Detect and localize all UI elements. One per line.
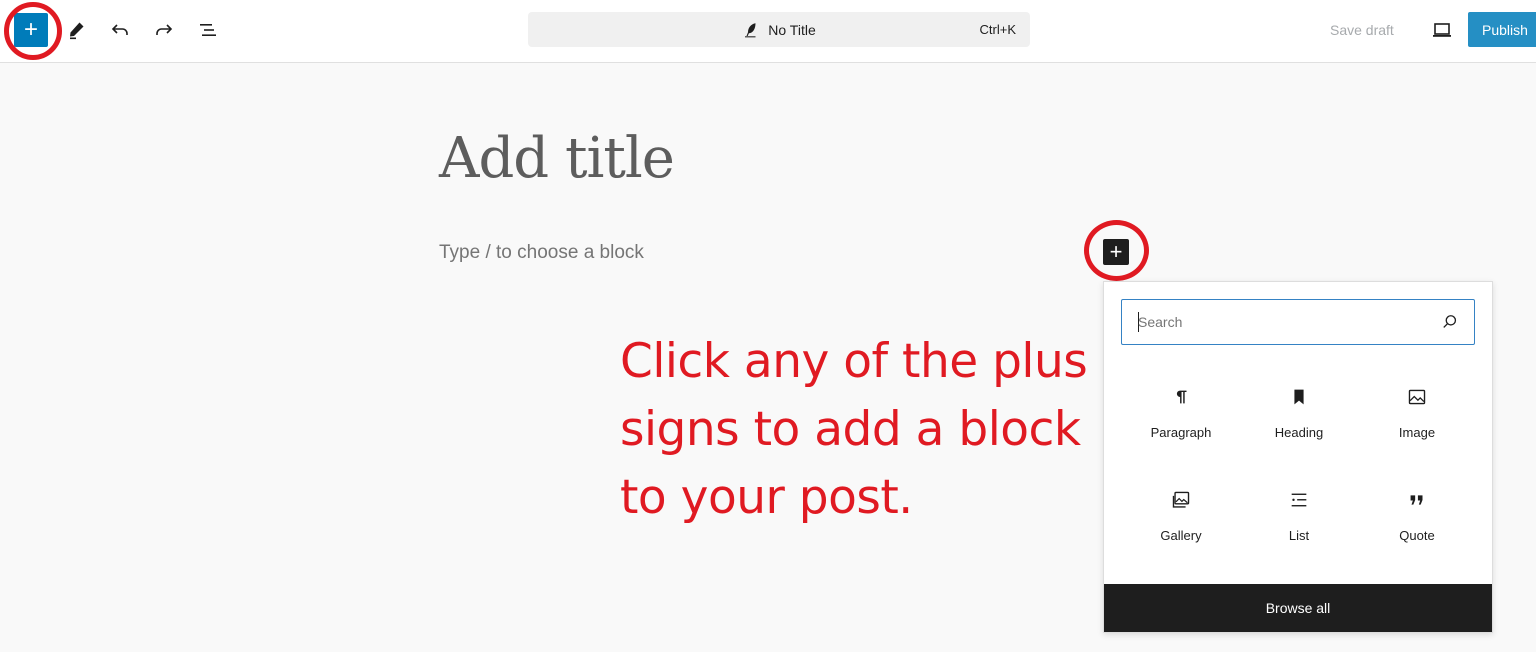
document-title[interactable]: No Title — [528, 12, 1030, 47]
block-label: Gallery — [1160, 528, 1202, 543]
redo-icon — [156, 24, 173, 35]
command-palette-shortcut: Ctrl+K — [979, 22, 1016, 37]
annotation-circle-toolbar — [4, 2, 62, 60]
annotation-line: signs to add a block — [620, 402, 1081, 457]
quote-icon — [1405, 488, 1429, 512]
block-label: Paragraph — [1150, 425, 1212, 440]
pencil-icon — [70, 22, 84, 40]
laptop-icon — [1433, 23, 1451, 37]
bookmark-icon — [1287, 385, 1311, 409]
redo-button[interactable] — [148, 14, 180, 46]
paragraph-icon — [1169, 385, 1193, 409]
quick-inserter-popover: Paragraph Heading Image Gallery List — [1103, 281, 1493, 633]
list-icon — [1287, 488, 1311, 512]
block-label: Heading — [1274, 425, 1324, 440]
block-list[interactable]: List — [1240, 480, 1358, 583]
editor-header: + No Title Ctrl+K Save draft Publish — [0, 0, 1536, 63]
image-icon — [1405, 385, 1429, 409]
block-label: List — [1288, 528, 1310, 543]
save-draft-button[interactable]: Save draft — [1330, 14, 1394, 46]
browse-all-button[interactable]: Browse all — [1104, 584, 1492, 632]
block-paragraph[interactable]: Paragraph — [1122, 377, 1240, 480]
undo-button[interactable] — [104, 14, 136, 46]
block-search-input[interactable] — [1138, 300, 1428, 343]
list-view-button[interactable] — [192, 14, 224, 46]
gallery-icon — [1169, 488, 1193, 512]
search-icon — [1443, 315, 1457, 328]
preview-button[interactable] — [1426, 14, 1458, 46]
block-label: Image — [1398, 425, 1436, 440]
block-types-grid: Paragraph Heading Image Gallery List Quo… — [1122, 377, 1476, 583]
block-search-field[interactable] — [1121, 299, 1475, 345]
undo-icon — [111, 24, 128, 35]
tools-button[interactable] — [60, 14, 92, 46]
block-label: Quote — [1399, 528, 1435, 543]
block-image[interactable]: Image — [1358, 377, 1476, 480]
document-title-text: No Title — [768, 21, 816, 38]
post-title-input[interactable]: Add title — [439, 126, 675, 191]
annotation-circle-inline — [1084, 220, 1149, 281]
document-bar[interactable]: No Title Ctrl+K — [528, 12, 1030, 47]
list-view-icon — [200, 24, 216, 36]
annotation-line: Click any of the plus — [620, 334, 1088, 389]
block-gallery[interactable]: Gallery — [1122, 480, 1240, 583]
feather-icon — [745, 22, 756, 37]
block-heading[interactable]: Heading — [1240, 377, 1358, 480]
publish-button[interactable]: Publish — [1468, 12, 1536, 47]
annotation-line: to your post. — [620, 470, 913, 525]
block-quote[interactable]: Quote — [1358, 480, 1476, 583]
annotation-text: Click any of the plus signs to add a blo… — [620, 328, 1100, 532]
default-block-appender[interactable]: Type / to choose a block — [439, 242, 644, 264]
